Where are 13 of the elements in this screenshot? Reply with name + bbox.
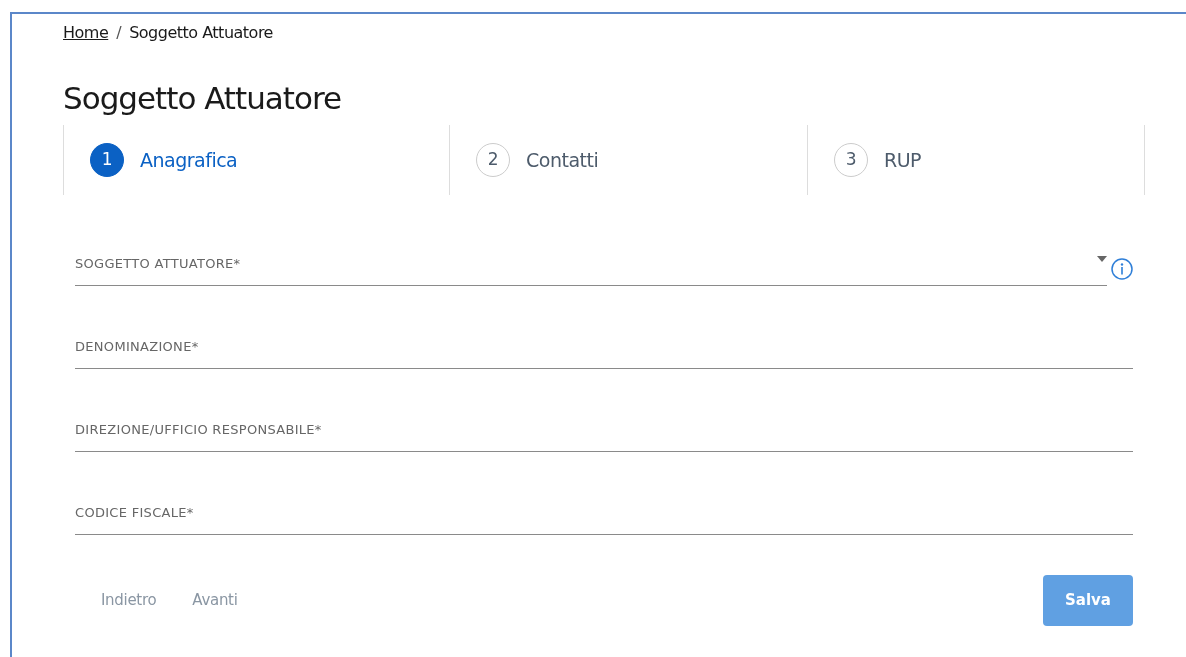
step-tab[interactable]: 1 Anagrafica (63, 125, 449, 196)
input-field[interactable]: CODICE FISCALE* (75, 491, 1133, 536)
breadcrumb-link[interactable]: Home (63, 21, 109, 45)
input-field[interactable]: DENOMINAZIONE* (75, 325, 1133, 370)
caret-icon[interactable] (1097, 256, 1107, 263)
breadcrumb-separator: / (116, 22, 122, 44)
step-tab[interactable]: 3 RUP (807, 125, 1133, 196)
select-field[interactable]: SOGGETTO ATTUATORE* (75, 242, 1107, 287)
page-title: Soggetto Attuatore (63, 80, 343, 118)
input-field[interactable]: DIREZIONE/UFFICIO RESPONSABILE* (75, 408, 1133, 453)
step-tab[interactable]: 2 Contatti (449, 125, 807, 196)
info-icon[interactable] (1111, 258, 1133, 281)
breadcrumb-current: Soggetto Attuatore (129, 22, 273, 44)
